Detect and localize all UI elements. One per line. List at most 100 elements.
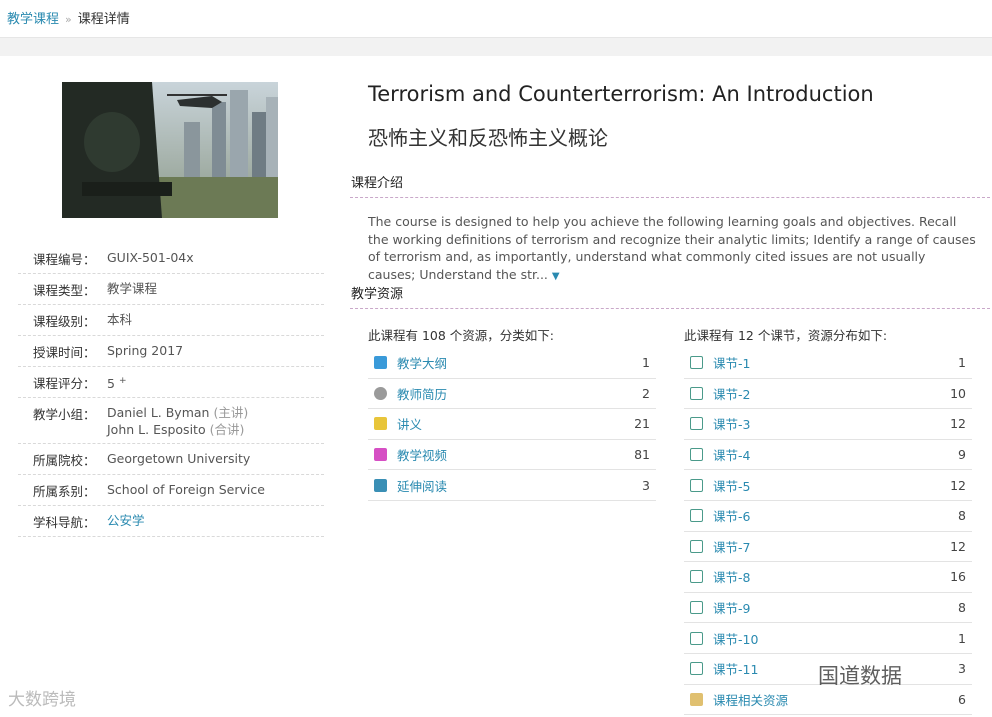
- course-cover-image: [62, 82, 278, 218]
- breadcrumb-parent-link[interactable]: 教学课程: [7, 12, 59, 27]
- top-bar: 教学课程 » 课程详情: [0, 0, 992, 36]
- lesson-label[interactable]: 课节-8: [713, 567, 950, 586]
- video-icon: [374, 448, 387, 462]
- lesson-book-icon: [690, 539, 703, 553]
- lesson-item[interactable]: 课节-2 10: [684, 379, 972, 410]
- rating-value: 5: [107, 376, 115, 392]
- lesson-count: 6: [958, 691, 966, 707]
- info-row-type: 课程类型： 教学课程: [18, 274, 324, 305]
- info-value: 5 +: [107, 373, 324, 392]
- resource-type-count: 21: [634, 416, 650, 432]
- profile-icon: [374, 386, 387, 400]
- info-key: 课程编号：: [33, 252, 96, 267]
- lesson-book-icon: [690, 662, 703, 676]
- info-key: 所属院校：: [33, 453, 96, 469]
- lesson-item[interactable]: 课节-9 8: [684, 593, 972, 624]
- lesson-count: 12: [950, 538, 966, 554]
- lesson-book-icon: [690, 509, 703, 523]
- resource-type-item[interactable]: 教学视频 81: [368, 440, 656, 471]
- info-row-school: 所属院校： Georgetown University: [18, 444, 324, 476]
- info-value: Daniel L. Byman (主讲) John L. Esposito (合讲…: [107, 404, 324, 438]
- book-icon: [374, 478, 387, 492]
- info-value: GUIX-501-04x: [107, 250, 194, 265]
- resource-type-item[interactable]: 教师简历 2: [368, 379, 656, 410]
- lesson-count: 12: [950, 477, 966, 493]
- lesson-label[interactable]: 课程相关资源: [713, 690, 958, 709]
- header-band: [0, 37, 992, 56]
- info-value: Georgetown University: [107, 451, 251, 467]
- lesson-label[interactable]: 课节-4: [713, 445, 958, 464]
- info-key: 授课时间：: [33, 345, 96, 360]
- lesson-book-icon: [690, 386, 703, 400]
- resource-type-count: 2: [642, 385, 650, 401]
- resource-type-label[interactable]: 讲义: [397, 414, 634, 433]
- resource-type-count: 1: [642, 355, 650, 371]
- lesson-book-icon: [690, 570, 703, 584]
- triangle-down-icon[interactable]: ▼: [552, 271, 560, 282]
- resource-type-item[interactable]: 教学大纲 1: [368, 348, 656, 379]
- rating-plus: +: [118, 376, 127, 386]
- info-key: 课程评分：: [33, 376, 96, 391]
- watermark-right: 国道数据: [818, 664, 902, 688]
- resource-type-label[interactable]: 教学大纲: [397, 353, 642, 372]
- info-key: 学科导航：: [33, 515, 96, 531]
- lesson-book-icon: [690, 601, 703, 615]
- lesson-item[interactable]: 课节-4 9: [684, 440, 972, 471]
- lesson-item[interactable]: 课节-7 12: [684, 532, 972, 563]
- resource-type-item[interactable]: 延伸阅读 3: [368, 470, 656, 501]
- lesson-item[interactable]: 课节-1 1: [684, 348, 972, 379]
- lesson-label[interactable]: 课节-9: [713, 598, 958, 617]
- resource-type-summary: 此课程有 108 个资源，分类如下:: [368, 328, 555, 343]
- info-row-code: 课程编号： GUIX-501-04x: [18, 243, 324, 274]
- breadcrumb: 教学课程 » 课程详情: [7, 8, 130, 27]
- section-heading-resources: 教学资源: [350, 283, 990, 309]
- info-key: 课程类型：: [33, 283, 96, 298]
- lesson-label[interactable]: 课节-7: [713, 537, 950, 556]
- lesson-label[interactable]: 课节-1: [713, 353, 958, 372]
- lesson-label[interactable]: 课节-2: [713, 384, 950, 403]
- lesson-book-icon: [690, 631, 703, 645]
- teacher-role: (主讲): [213, 405, 249, 421]
- resource-type-item[interactable]: 讲义 21: [368, 409, 656, 440]
- lesson-count: 8: [958, 508, 966, 524]
- info-key: 课程级别：: [33, 314, 96, 329]
- section-heading-intro: 课程介绍: [350, 172, 990, 198]
- watermark-left: 大数跨境: [8, 690, 76, 710]
- lesson-book-icon: [690, 356, 703, 370]
- info-value: 教学课程: [107, 281, 158, 296]
- course-description: The course is designed to help you achie…: [368, 213, 976, 285]
- resource-type-label[interactable]: 教师简历: [397, 384, 642, 403]
- lesson-count: 3: [958, 661, 966, 677]
- lesson-label[interactable]: 课节-6: [713, 506, 958, 525]
- info-value: 公安学: [107, 512, 324, 531]
- description-text: The course is designed to help you achie…: [368, 214, 976, 282]
- resource-type-list: 教学大纲 1 教师简历 2 讲义 21 教学视频 81 延伸阅读 3: [368, 348, 656, 501]
- lesson-count: 1: [958, 630, 966, 646]
- subject-link[interactable]: 公安学: [107, 513, 145, 528]
- lesson-item[interactable]: 课节-5 12: [684, 470, 972, 501]
- info-row-level: 课程级别： 本科: [18, 305, 324, 336]
- lesson-book-icon: [690, 448, 703, 462]
- lesson-item[interactable]: 课节-10 1: [684, 623, 972, 654]
- course-info-list: 课程编号： GUIX-501-04x 课程类型： 教学课程 课程级别： 本科 授课时间…: [18, 243, 324, 538]
- teacher-role: (合讲): [209, 422, 245, 438]
- info-row-department: 所属系别： School of Foreign Service: [18, 475, 324, 507]
- course-title-en: Terrorism and Counterterrorism: An Intro…: [368, 82, 874, 106]
- lesson-label[interactable]: 课节-3: [713, 414, 950, 433]
- lesson-item[interactable]: 课节-3 12: [684, 409, 972, 440]
- lesson-count: 10: [950, 385, 966, 401]
- info-key: 所属系别：: [33, 484, 96, 500]
- resource-type-count: 3: [642, 477, 650, 493]
- lesson-item[interactable]: 课节-8 16: [684, 562, 972, 593]
- resource-type-label[interactable]: 教学视频: [397, 445, 634, 464]
- resource-type-label[interactable]: 延伸阅读: [397, 476, 642, 495]
- info-row-subject: 学科导航： 公安学: [18, 506, 324, 538]
- lesson-item[interactable]: 课节-6 8: [684, 501, 972, 532]
- info-row-rating: 课程评分： 5 +: [18, 367, 324, 399]
- lesson-label[interactable]: 课节-5: [713, 476, 950, 495]
- teacher-name: John L. Esposito: [107, 422, 206, 438]
- cover-illustration: [62, 82, 278, 218]
- info-key: 教学小组：: [33, 407, 96, 423]
- course-title-zh: 恐怖主义和反恐怖主义概论: [368, 126, 608, 150]
- lesson-label[interactable]: 课节-10: [713, 629, 958, 648]
